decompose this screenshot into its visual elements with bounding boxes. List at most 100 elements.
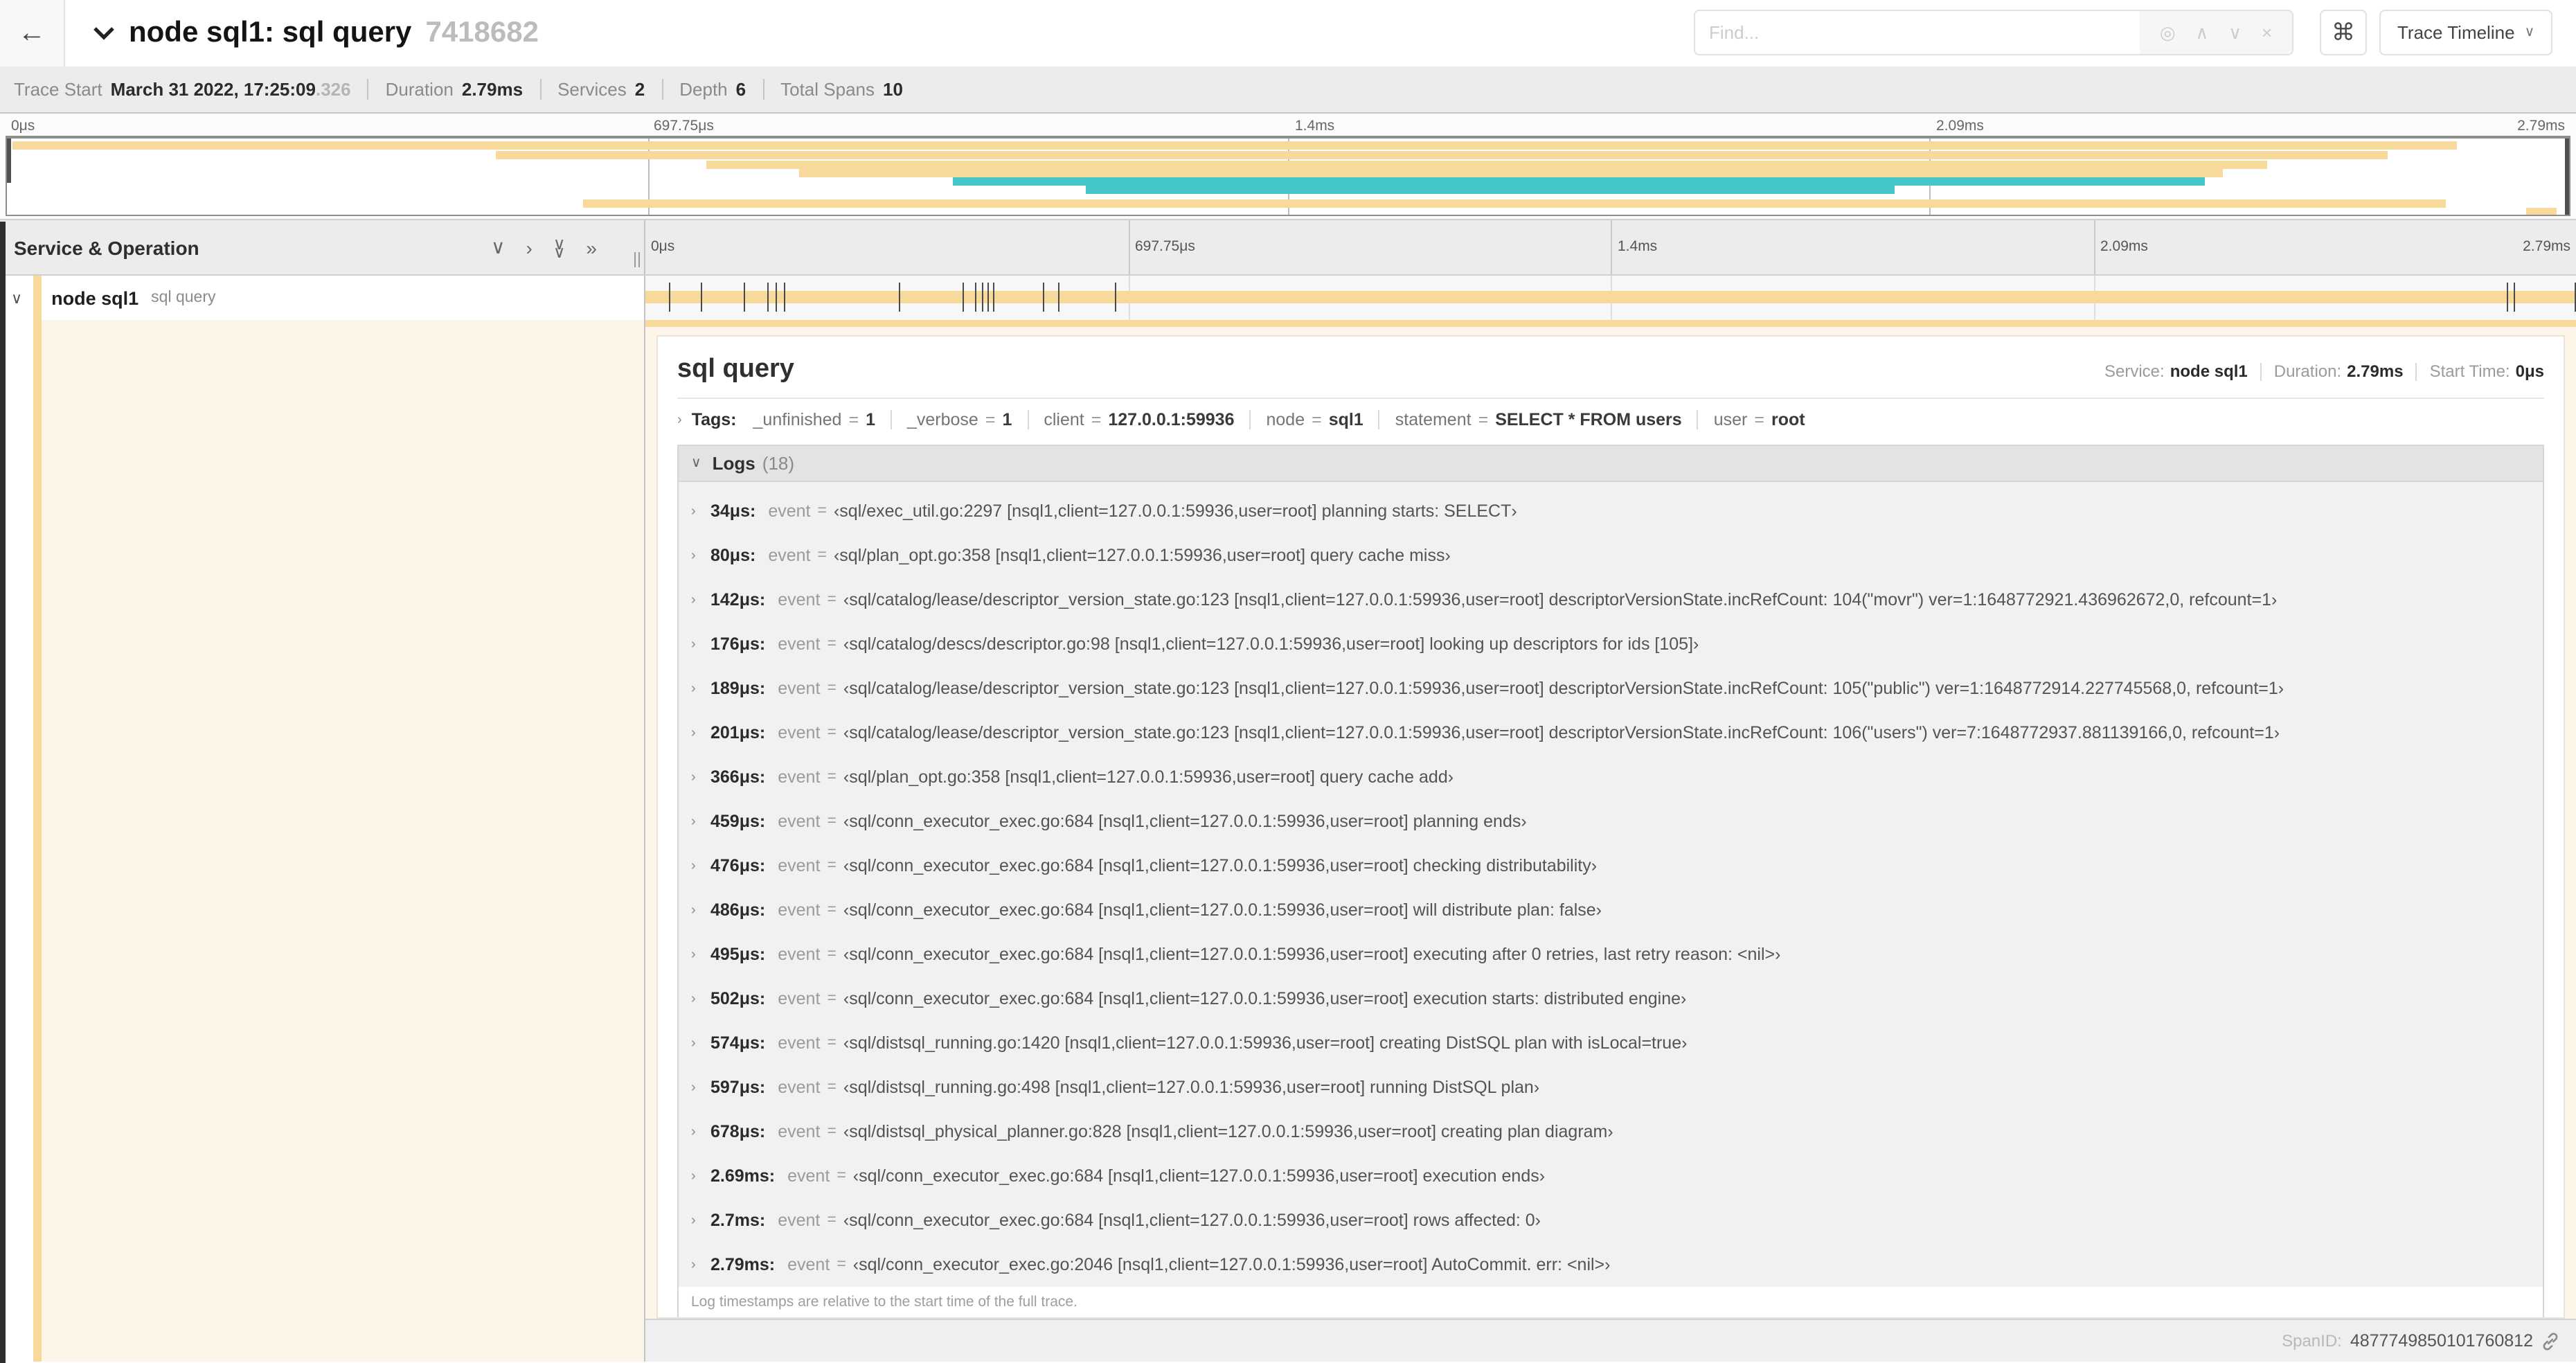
- span-operation-name: sql query: [151, 289, 216, 306]
- log-expand-chevron-icon[interactable]: ›: [691, 504, 710, 519]
- log-entry[interactable]: › 2.7ms: event = ‹sql/conn_executor_exec.go:…: [679, 1198, 2543, 1242]
- span-row-bar-cell[interactable]: [645, 276, 2576, 320]
- log-field-equals: =: [827, 813, 837, 830]
- log-entry[interactable]: › 189μs: event = ‹sql/catalog/lease/descript…: [679, 666, 2543, 711]
- log-field-equals: =: [827, 902, 837, 918]
- span-collapse-chevron-icon[interactable]: ∨: [11, 289, 22, 307]
- log-expand-chevron-icon[interactable]: ›: [691, 1168, 710, 1184]
- log-timestamp: 176μs:: [710, 634, 766, 654]
- log-entry[interactable]: › 142μs: event = ‹sql/catalog/lease/descript…: [679, 578, 2543, 622]
- back-button[interactable]: ←: [0, 0, 65, 66]
- find-input[interactable]: [1695, 11, 2140, 54]
- log-entry[interactable]: › 34μs: event = ‹sql/exec_util.go:2297 [nsql…: [679, 489, 2543, 533]
- log-field-key: event: [778, 634, 821, 654]
- log-field-equals: =: [827, 636, 837, 652]
- log-entry[interactable]: › 366μs: event = ‹sql/plan_opt.go:358 [nsql1…: [679, 755, 2543, 799]
- log-expand-chevron-icon[interactable]: ›: [691, 1257, 710, 1272]
- trace-collapse-chevron-icon[interactable]: [93, 26, 115, 40]
- log-expand-chevron-icon[interactable]: ›: [691, 1213, 710, 1228]
- log-expand-chevron-icon[interactable]: ›: [691, 902, 710, 918]
- log-timestamp: 495μs:: [710, 945, 766, 964]
- log-marker: [987, 283, 990, 312]
- log-expand-chevron-icon[interactable]: ›: [691, 548, 710, 563]
- log-expand-chevron-icon[interactable]: ›: [691, 769, 710, 785]
- log-expand-chevron-icon[interactable]: ›: [691, 681, 710, 696]
- minimap-tick-labels: 0μs 697.75μs 1.4ms 2.09ms 2.79ms: [6, 114, 2570, 136]
- log-entry[interactable]: › 459μs: event = ‹sql/conn_executor_exec.go:…: [679, 799, 2543, 844]
- detail-operation-title: sql query: [677, 355, 794, 384]
- collapse-controls: ∨ › ∨ ∨ »: [491, 235, 597, 260]
- log-marker: [974, 283, 976, 312]
- next-match-icon[interactable]: ∨: [2228, 21, 2242, 44]
- copy-link-icon[interactable]: [2541, 1332, 2559, 1350]
- log-expand-chevron-icon[interactable]: ›: [691, 636, 710, 652]
- log-entry[interactable]: › 201μs: event = ‹sql/catalog/lease/descript…: [679, 711, 2543, 755]
- top-bar: ← node sql1: sql query 7418682 ◎ ∧ ∨ × ⌘…: [0, 0, 2576, 66]
- start-time-label: Start Time:: [2429, 362, 2510, 381]
- left-scrollbar[interactable]: [0, 222, 6, 1363]
- log-field-value: ‹sql/conn_executor_exec.go:684 [nsql1,cl…: [843, 900, 1602, 920]
- summary-item: Services 2: [557, 79, 645, 100]
- clear-search-icon[interactable]: ×: [2262, 22, 2272, 43]
- logs-note: Log timestamps are relative to the start…: [691, 1294, 1077, 1310]
- range-right-handle[interactable]: [2565, 139, 2569, 215]
- collapse-one-icon[interactable]: ∨: [491, 235, 506, 259]
- view-selector-button[interactable]: Trace Timeline ∨: [2379, 10, 2553, 55]
- log-expand-chevron-icon[interactable]: ›: [691, 1035, 710, 1051]
- tag-value: 1: [1002, 410, 1012, 429]
- log-expand-chevron-icon[interactable]: ›: [691, 1080, 710, 1095]
- log-timestamp: 2.69ms:: [710, 1166, 776, 1186]
- tags-row[interactable]: › Tags: _unfinished = 1 _verbose = 1 client = 12…: [677, 399, 2544, 440]
- keyboard-shortcuts-button[interactable]: ⌘: [2320, 10, 2367, 55]
- locate-icon[interactable]: ◎: [2160, 21, 2176, 44]
- log-entry[interactable]: › 502μs: event = ‹sql/conn_executor_exec.go:…: [679, 977, 2543, 1021]
- expand-all-icon[interactable]: »: [586, 236, 597, 258]
- tick-label: 2.79ms: [2517, 118, 2565, 134]
- log-entry[interactable]: › 495μs: event = ‹sql/conn_executor_exec.go:…: [679, 932, 2543, 977]
- logs-header[interactable]: ∨ Logs (18): [679, 446, 2543, 482]
- log-entry[interactable]: › 176μs: event = ‹sql/catalog/descs/descript…: [679, 622, 2543, 666]
- detail-card-wrap: sql query Service: node sql1 Duration: 2…: [645, 327, 2576, 1319]
- logs-count: (18): [762, 453, 795, 474]
- expand-one-icon[interactable]: ›: [526, 236, 532, 258]
- log-field-key: event: [778, 767, 821, 787]
- log-expand-chevron-icon[interactable]: ›: [691, 1124, 710, 1139]
- log-expand-chevron-icon[interactable]: ›: [691, 725, 710, 740]
- log-expand-chevron-icon[interactable]: ›: [691, 592, 710, 607]
- log-expand-chevron-icon[interactable]: ›: [691, 991, 710, 1006]
- log-entry[interactable]: › 597μs: event = ‹sql/distsql_running.go:498…: [679, 1065, 2543, 1110]
- detail-card: sql query Service: node sql1 Duration: 2…: [656, 335, 2565, 1319]
- log-marker: [743, 283, 745, 312]
- log-expand-chevron-icon[interactable]: ›: [691, 858, 710, 873]
- log-entry[interactable]: › 486μs: event = ‹sql/conn_executor_exec.go:…: [679, 888, 2543, 932]
- log-entry[interactable]: › 80μs: event = ‹sql/plan_opt.go:358 [nsql1,…: [679, 533, 2543, 578]
- log-entry[interactable]: › 2.69ms: event = ‹sql/conn_executor_exec.go…: [679, 1154, 2543, 1198]
- span-row[interactable]: ∨ node sql1 sql query: [0, 276, 2576, 320]
- prev-match-icon[interactable]: ∧: [2195, 21, 2208, 44]
- chevron-down-icon: ∨: [2524, 25, 2535, 40]
- tag-separator: [1697, 410, 1699, 429]
- range-left-handle[interactable]: [7, 139, 11, 183]
- tags-expand-chevron-icon[interactable]: ›: [677, 412, 682, 427]
- log-field-value: ‹sql/conn_executor_exec.go:2046 [nsql1,c…: [852, 1255, 1611, 1274]
- log-timestamp: 2.79ms:: [710, 1255, 776, 1274]
- tag-equals: =: [1754, 410, 1764, 429]
- tick-label: 697.75μs: [1135, 238, 1195, 255]
- span-duration-bar[interactable]: [645, 291, 2576, 303]
- collapse-all-icon[interactable]: ∨ ∨: [553, 235, 566, 260]
- span-row-name-cell[interactable]: ∨ node sql1 sql query: [0, 276, 645, 320]
- column-resize-handle[interactable]: [634, 252, 640, 267]
- log-expand-chevron-icon[interactable]: ›: [691, 814, 710, 829]
- log-entry[interactable]: › 574μs: event = ‹sql/distsql_running.go:142…: [679, 1021, 2543, 1065]
- log-expand-chevron-icon[interactable]: ›: [691, 947, 710, 962]
- log-entry[interactable]: › 678μs: event = ‹sql/distsql_physical_plann…: [679, 1110, 2543, 1154]
- log-entry[interactable]: › 476μs: event = ‹sql/conn_executor_exec.go:…: [679, 844, 2543, 888]
- tag-equals: =: [1312, 410, 1322, 429]
- tag-key: node: [1266, 410, 1305, 429]
- tick-label: 697.75μs: [654, 118, 714, 134]
- log-field-value: ‹sql/conn_executor_exec.go:684 [nsql1,cl…: [843, 989, 1687, 1008]
- minimap-span-bar: [952, 177, 2206, 186]
- log-entry[interactable]: › 2.79ms: event = ‹sql/conn_executor_exec.go…: [679, 1242, 2543, 1287]
- minimap-canvas[interactable]: [6, 136, 2570, 216]
- logs-collapse-chevron-icon[interactable]: ∨: [691, 456, 701, 471]
